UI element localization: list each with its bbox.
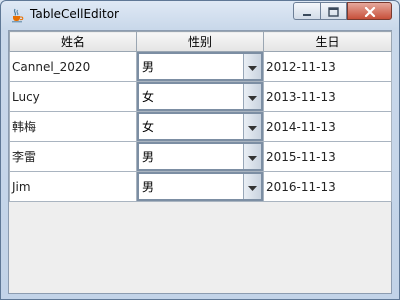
maximize-button[interactable] [320, 2, 347, 20]
birthday-cell[interactable]: 2012-11-13 [263, 51, 392, 82]
column-header-birthday[interactable]: 生日 [263, 31, 392, 52]
chevron-down-icon [248, 180, 257, 194]
close-icon [364, 2, 376, 21]
birthday-cell[interactable]: 2015-11-13 [263, 141, 392, 172]
gender-cell[interactable]: 男 [136, 171, 264, 202]
gender-combobox[interactable]: 女 [137, 82, 263, 111]
dropdown-button[interactable] [243, 144, 261, 169]
dropdown-button[interactable] [243, 114, 261, 139]
gender-combobox[interactable]: 女 [137, 112, 263, 141]
chevron-down-icon [248, 90, 257, 104]
table-header-row: 姓名 性别 生日 [9, 31, 392, 52]
gender-cell[interactable]: 女 [136, 111, 264, 142]
gender-combobox[interactable]: 男 [137, 52, 263, 81]
minimize-icon [302, 2, 312, 21]
name-cell[interactable]: 李雷 [9, 141, 137, 172]
gender-selected-value: 男 [142, 150, 155, 164]
gender-selected-value: 女 [142, 120, 155, 134]
name-cell[interactable]: Jim [9, 171, 137, 202]
gender-selected-value: 女 [142, 90, 155, 104]
window-title: TableCellEditor [30, 7, 119, 21]
chevron-down-icon [248, 120, 257, 134]
app-window: TableCellEditor 姓名 性别 生日 Cannel_2020 男 2… [0, 0, 400, 300]
dropdown-button[interactable] [243, 84, 261, 109]
title-bar[interactable]: TableCellEditor [1, 1, 399, 29]
data-table: 姓名 性别 生日 Cannel_2020 男 2012-11-13 Lucy 女… [9, 31, 392, 202]
gender-selected-value: 男 [142, 60, 155, 74]
birthday-cell[interactable]: 2014-11-13 [263, 111, 392, 142]
name-cell[interactable]: Cannel_2020 [9, 51, 137, 82]
table-row: 李雷 男 2015-11-13 [9, 141, 392, 172]
gender-selected-value: 男 [142, 180, 155, 194]
chevron-down-icon [248, 60, 257, 74]
name-cell[interactable]: 韩梅 [9, 111, 137, 142]
chevron-down-icon [248, 150, 257, 164]
birthday-cell[interactable]: 2013-11-13 [263, 81, 392, 112]
java-coffee-cup-icon [9, 7, 25, 23]
minimize-button[interactable] [293, 2, 320, 20]
table-row: Cannel_2020 男 2012-11-13 [9, 51, 392, 82]
table-scroll-pane: 姓名 性别 生日 Cannel_2020 男 2012-11-13 Lucy 女… [8, 30, 392, 294]
gender-combobox[interactable]: 男 [137, 172, 263, 201]
dropdown-button[interactable] [243, 54, 261, 79]
dropdown-button[interactable] [243, 174, 261, 199]
table-row: Jim 男 2016-11-13 [9, 171, 392, 202]
close-button[interactable] [347, 2, 392, 20]
table-row: Lucy 女 2013-11-13 [9, 81, 392, 112]
gender-cell[interactable]: 女 [136, 81, 264, 112]
gender-cell[interactable]: 男 [136, 51, 264, 82]
gender-combobox[interactable]: 男 [137, 142, 263, 171]
name-cell[interactable]: Lucy [9, 81, 137, 112]
maximize-icon [328, 2, 339, 21]
column-header-name[interactable]: 姓名 [9, 31, 137, 52]
birthday-cell[interactable]: 2016-11-13 [263, 171, 392, 202]
table-row: 韩梅 女 2014-11-13 [9, 111, 392, 142]
gender-cell[interactable]: 男 [136, 141, 264, 172]
column-header-gender[interactable]: 性别 [136, 31, 264, 52]
